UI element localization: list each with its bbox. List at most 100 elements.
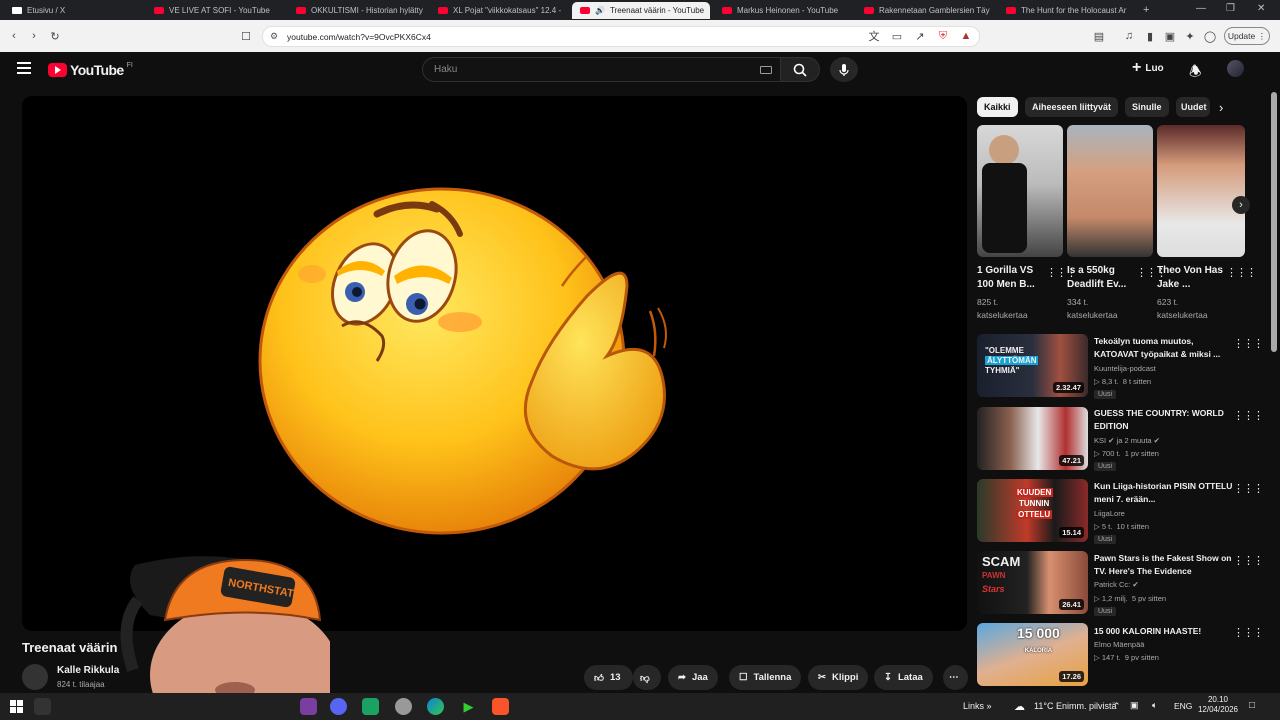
clip-button[interactable]: ✂ Klippi <box>808 665 869 690</box>
save-button[interactable]: ☐ Tallenna <box>729 665 802 690</box>
menu-icon[interactable] <box>17 62 31 74</box>
update-button[interactable]: Update ⋮ <box>1224 27 1270 45</box>
chip-for-you[interactable]: Sinulle <box>1125 97 1169 117</box>
reader-icon[interactable]: ▮ <box>1141 26 1159 46</box>
video-thumbnail[interactable]: "OLEMME ÄLYTTÖMÄN TYHMIÄ" 2.32.47 <box>977 334 1088 397</box>
links-toolbar[interactable]: Links » <box>963 701 992 711</box>
short-menu-icon[interactable]: ⋮⋮⋮ <box>1226 266 1257 279</box>
channel-name[interactable]: Patrick Cc: ✔ <box>1094 580 1139 589</box>
maximize-icon[interactable]: ❐ <box>1226 3 1235 14</box>
dislike-button[interactable]: 👎︎ <box>633 665 661 690</box>
rewards-icon[interactable]: ▲ <box>957 26 975 46</box>
start-windows-icon[interactable] <box>10 700 23 713</box>
video-title-link[interactable]: Tekoälyn tuoma muutos, KATOAVAT työpaika… <box>1094 335 1234 361</box>
shield-icon[interactable]: ⛨ <box>934 26 952 46</box>
search-taskbar-icon[interactable] <box>34 698 51 715</box>
chip-related[interactable]: Aiheeseen liittyvät <box>1025 97 1119 117</box>
edge-icon[interactable] <box>427 698 444 715</box>
chip-new[interactable]: Uudet <box>1176 97 1210 117</box>
short-thumbnail[interactable] <box>977 125 1063 257</box>
network-icon[interactable]: ▣ <box>1130 700 1139 711</box>
avatar[interactable] <box>1227 60 1244 77</box>
tab-xl-pojat[interactable]: XL Pojat "viikkokatsaus" 12.4 - <box>430 2 570 19</box>
reload-icon[interactable]: ↻ <box>46 26 64 46</box>
video-title-link[interactable]: GUESS THE COUNTRY: WORLD EDITION <box>1094 407 1234 433</box>
short-title[interactable]: Theo Von Has Jake ... <box>1157 264 1227 292</box>
create-button[interactable]: + Luo <box>1132 60 1164 76</box>
download-button[interactable]: ↧ Lataa <box>874 665 933 690</box>
back-icon[interactable]: ‹ <box>5 26 23 46</box>
video-menu-icon[interactable]: ⋮⋮⋮ <box>1233 409 1264 422</box>
sidebar-icon[interactable]: ▤ <box>1090 26 1108 46</box>
new-tab-icon[interactable]: + <box>1143 4 1149 16</box>
more-actions-button[interactable]: ⋯ <box>943 665 968 690</box>
tab-rakennetaan[interactable]: Rakennetaan Gamblersien Täy <box>856 2 996 19</box>
video-thumbnail[interactable]: 47.21 <box>977 407 1088 470</box>
channel-name[interactable]: LiigaLore <box>1094 509 1125 518</box>
tab-hunt[interactable]: The Hunt for the Holocaust Ar <box>998 2 1136 19</box>
video-title-link[interactable]: Pawn Stars is the Fakest Show on TV. Her… <box>1094 552 1234 578</box>
tab-markus[interactable]: Markus Heinonen - YouTube <box>714 2 854 19</box>
app-green-icon[interactable] <box>362 698 379 715</box>
voice-search-button[interactable] <box>830 57 858 82</box>
app-gray-icon[interactable] <box>395 698 412 715</box>
language-indicator[interactable]: ENG <box>1174 701 1192 711</box>
video-menu-icon[interactable]: ⋮⋮⋮ <box>1233 337 1264 350</box>
youtube-logo[interactable]: YouTube FI <box>48 62 133 78</box>
search-input[interactable]: Haku <box>422 57 782 82</box>
like-button[interactable]: 👍︎ 13 <box>584 665 633 690</box>
bookmark-icon[interactable]: ☐ <box>237 26 255 46</box>
translate-icon[interactable]: 文 <box>865 26 883 46</box>
close-tab-icon[interactable]: ✕ <box>709 6 710 15</box>
notification-center-icon[interactable]: □ <box>1249 700 1255 711</box>
video-title-link[interactable]: Kun Liiga-historian PISIN OTTELU meni 7.… <box>1094 480 1234 506</box>
video-thumbnail[interactable]: 15 000 KALORIA 17.26 <box>977 623 1088 686</box>
app-taskbar-icon[interactable] <box>300 698 317 715</box>
tab-treenaat-vaarin[interactable]: 🔊Treenaat väärin - YouTube✕ <box>572 2 710 19</box>
tab-ve-live[interactable]: VE LIVE AT SOFI - YouTube <box>146 2 286 19</box>
share-button[interactable]: ➦ Jaa <box>668 665 718 690</box>
channel-name[interactable]: KSI ✔ ja 2 muuta ✔ <box>1094 436 1160 445</box>
window-close-icon[interactable]: ✕ <box>1257 3 1265 14</box>
video-menu-icon[interactable]: ⋮⋮⋮ <box>1233 626 1264 639</box>
site-info-icon[interactable]: ⚙ <box>270 31 278 42</box>
video-thumbnail[interactable]: KUUDEN TUNNIN OTTELU 15.14 <box>977 479 1088 542</box>
keyboard-icon[interactable] <box>760 66 772 74</box>
clock[interactable]: 20.10 12/04/2026 <box>1196 695 1240 715</box>
extensions-icon[interactable]: ✦ <box>1181 26 1199 46</box>
music-icon[interactable]: ♫ <box>1120 26 1138 46</box>
minimize-icon[interactable]: — <box>1196 3 1206 14</box>
microphone-icon <box>839 63 849 76</box>
channel-avatar[interactable] <box>22 664 48 690</box>
short-thumbnail[interactable] <box>1157 125 1245 257</box>
play-app-icon[interactable]: ▶ <box>460 698 477 715</box>
weather-text[interactable]: 11°C Enimm. pilvistä <box>1034 701 1116 711</box>
vpn-icon[interactable]: ◯ <box>1201 26 1219 46</box>
forward-icon[interactable]: › <box>25 26 43 46</box>
video-menu-icon[interactable]: ⋮⋮⋮ <box>1233 482 1264 495</box>
notifications-bell-icon[interactable]: 🕭 <box>1189 61 1202 85</box>
scrollbar-thumb[interactable] <box>1271 92 1277 352</box>
video-menu-icon[interactable]: ⋮⋮⋮ <box>1233 554 1264 567</box>
video-thumbnail[interactable]: SCAM PAWN Stars 26.41 <box>977 551 1088 614</box>
chip-all[interactable]: Kaikki <box>977 97 1018 117</box>
volume-icon[interactable]: 🔈︎ <box>1152 700 1157 711</box>
search-button[interactable] <box>780 57 820 82</box>
channel-name[interactable]: Elmo Mäenpää <box>1094 640 1144 649</box>
video-title-link[interactable]: 15 000 KALORIN HAASTE! <box>1094 625 1234 638</box>
channel-name[interactable]: Kalle Rikkula <box>57 665 119 676</box>
short-thumbnail[interactable] <box>1067 125 1153 257</box>
tray-expand-icon[interactable]: ⌃ <box>1113 701 1121 712</box>
tab-okkultismi[interactable]: OKKULTISMI - Historian hylätty <box>288 2 428 19</box>
short-title[interactable]: Is a 550kg Deadlift Ev... <box>1067 264 1137 292</box>
short-title[interactable]: 1 Gorilla VS 100 Men B... <box>977 264 1047 292</box>
shorts-next-button[interactable]: › <box>1232 196 1250 214</box>
wallet-icon[interactable]: ▣ <box>1161 26 1179 46</box>
discord-icon[interactable] <box>330 698 347 715</box>
chips-next-icon[interactable]: › <box>1219 100 1223 115</box>
channel-name[interactable]: Kuuntelija-podcast <box>1094 364 1156 373</box>
tab-x[interactable]: Etusivu / X <box>4 2 144 19</box>
brave-icon[interactable] <box>492 698 509 715</box>
share-page-icon[interactable]: ↗ <box>911 26 929 46</box>
cast-icon[interactable]: ▭ <box>888 26 906 46</box>
